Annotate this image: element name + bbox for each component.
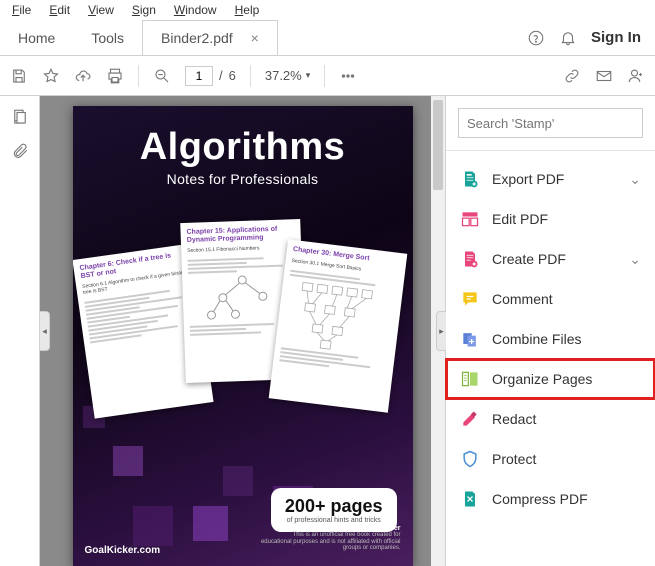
tool-protect[interactable]: Protect <box>446 439 655 479</box>
print-icon[interactable] <box>106 67 124 85</box>
attachment-icon[interactable] <box>11 142 29 160</box>
tool-label: Comment <box>492 291 553 307</box>
mail-icon[interactable] <box>595 67 613 85</box>
tool-label: Create PDF <box>492 251 566 267</box>
menu-edit[interactable]: Edit <box>41 2 78 18</box>
main-area: ◂ Algorithms Notes for Professionals Cha… <box>0 96 655 566</box>
redact-icon <box>460 409 480 429</box>
compress-pdf-icon <box>460 489 480 509</box>
toolbar-separator <box>138 65 139 87</box>
tab-close-icon[interactable]: × <box>251 30 259 46</box>
menu-help[interactable]: Help <box>227 2 268 18</box>
combine-files-icon <box>460 329 480 349</box>
tab-row: Home Tools Binder2.pdf × Sign In <box>0 20 655 56</box>
sample-sheet: Chapter 30: Merge Sort Section 30.1 Merg… <box>268 239 407 412</box>
tool-redact[interactable]: Redact <box>446 399 655 439</box>
page-footer: GoalKicker.com <box>85 545 161 556</box>
menu-file[interactable]: File <box>4 2 39 18</box>
bell-icon[interactable] <box>559 29 577 47</box>
tab-document[interactable]: Binder2.pdf × <box>142 20 278 55</box>
zoom-selector[interactable]: 37.2% ▾ <box>265 68 310 83</box>
tool-label: Compress PDF <box>492 491 588 507</box>
right-panel: ▸ Export PDF ⌄ Edit PDF Create PDF ⌄ <box>445 96 655 566</box>
help-icon[interactable] <box>527 29 545 47</box>
toolbar-separator <box>250 65 251 87</box>
tool-create-pdf[interactable]: Create PDF ⌄ <box>446 239 655 279</box>
add-person-icon[interactable] <box>627 67 645 85</box>
page-navigator: / 6 <box>185 66 236 86</box>
menu-window[interactable]: Window <box>166 2 225 18</box>
tool-label: Edit PDF <box>492 211 548 227</box>
link-icon[interactable] <box>563 67 581 85</box>
export-pdf-icon <box>460 169 480 189</box>
document-viewer[interactable]: ◂ Algorithms Notes for Professionals Cha… <box>40 96 445 566</box>
menu-sign[interactable]: Sign <box>124 2 164 18</box>
tool-compress-pdf[interactable]: Compress PDF <box>446 479 655 519</box>
page-separator: / <box>219 68 223 83</box>
pdf-page: Algorithms Notes for Professionals Chapt… <box>73 106 413 566</box>
menu-view[interactable]: View <box>80 2 122 18</box>
organize-pages-icon <box>460 369 480 389</box>
tool-label: Export PDF <box>492 171 564 187</box>
chevron-down-icon: ⌄ <box>629 171 641 188</box>
tool-organize-pages[interactable]: Organize Pages <box>446 359 655 399</box>
tool-label: Protect <box>492 451 536 467</box>
tab-tools[interactable]: Tools <box>73 20 142 55</box>
chevron-down-icon: ⌄ <box>629 251 641 268</box>
protect-icon <box>460 449 480 469</box>
tab-document-label: Binder2.pdf <box>161 30 233 46</box>
thumbnails-icon[interactable] <box>11 108 29 126</box>
tool-export-pdf[interactable]: Export PDF ⌄ <box>446 159 655 199</box>
page-sheets: Chapter 6: Check if a tree is BST or not… <box>73 211 413 421</box>
toolbar: / 6 37.2% ▾ <box>0 56 655 96</box>
tool-edit-pdf[interactable]: Edit PDF <box>446 199 655 239</box>
save-icon[interactable] <box>10 67 28 85</box>
menu-bar: File Edit View Sign Window Help <box>0 0 655 20</box>
edit-pdf-icon <box>460 209 480 229</box>
tool-comment[interactable]: Comment <box>446 279 655 319</box>
star-icon[interactable] <box>42 67 60 85</box>
left-rail <box>0 96 40 566</box>
tool-label: Combine Files <box>492 331 581 347</box>
more-icon[interactable] <box>339 67 357 85</box>
tool-label: Organize Pages <box>492 371 592 387</box>
toolbar-separator <box>324 65 325 87</box>
page-disclaimer: Disclaimer This is an unofficial free bo… <box>261 525 401 552</box>
tab-home[interactable]: Home <box>0 20 73 55</box>
zoom-value: 37.2% <box>265 68 302 83</box>
tool-label: Redact <box>492 411 536 427</box>
chevron-down-icon: ▾ <box>306 70 311 81</box>
scrollbar-thumb[interactable] <box>433 100 443 190</box>
page-current-input[interactable] <box>185 66 213 86</box>
comment-icon <box>460 289 480 309</box>
right-collapse-handle[interactable]: ▸ <box>436 311 446 351</box>
sign-in-link[interactable]: Sign In <box>591 29 641 46</box>
cloud-upload-icon[interactable] <box>74 67 92 85</box>
create-pdf-icon <box>460 249 480 269</box>
page-total: 6 <box>229 68 236 83</box>
zoom-out-icon[interactable] <box>153 67 171 85</box>
tool-combine-files[interactable]: Combine Files <box>446 319 655 359</box>
left-collapse-handle[interactable]: ◂ <box>40 311 50 351</box>
panel-divider <box>446 150 655 151</box>
tool-list: Export PDF ⌄ Edit PDF Create PDF ⌄ Comme… <box>446 159 655 519</box>
search-input[interactable] <box>458 108 643 138</box>
